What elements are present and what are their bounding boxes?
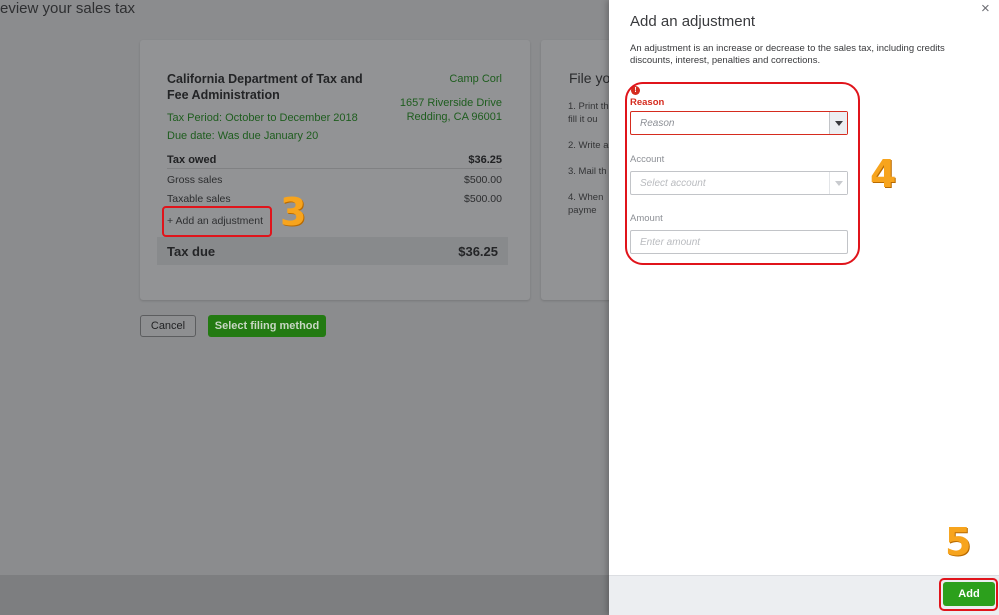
tax-owed-value: $36.25 bbox=[468, 154, 502, 166]
annotation-box-step4 bbox=[625, 82, 860, 265]
tax-owed-label: Tax owed bbox=[167, 154, 217, 166]
annotation-number-4: 4 bbox=[870, 152, 897, 196]
drawer-title: Add an adjustment bbox=[630, 13, 756, 30]
select-filing-method-button[interactable]: Select filing method bbox=[208, 315, 326, 337]
close-icon[interactable]: × bbox=[981, 0, 990, 17]
annotation-number-5: 5 bbox=[945, 520, 972, 564]
taxable-sales-value: $500.00 bbox=[464, 193, 502, 205]
cancel-button[interactable]: Cancel bbox=[140, 315, 196, 337]
address-line1: 1657 Riverside Drive bbox=[399, 97, 502, 109]
file-step: 1. Print th fill it ou bbox=[568, 101, 609, 125]
due-date: Due date: Was due January 20 bbox=[167, 130, 319, 142]
file-steps-list: 1. Print th fill it ou 2. Write a 3. Mail… bbox=[568, 100, 609, 230]
file-step: 2. Write a bbox=[568, 140, 609, 151]
file-step: 3. Mail th bbox=[568, 166, 607, 177]
tax-owed-row: Tax owed $36.25 bbox=[167, 154, 502, 166]
tax-due-label: Tax due bbox=[167, 243, 216, 259]
gross-sales-row: Gross sales $500.00 bbox=[167, 174, 502, 186]
taxable-sales-row: Taxable sales $500.00 bbox=[167, 193, 502, 205]
annotation-number-3: 3 bbox=[280, 190, 307, 234]
drawer-description: An adjustment is an increase or decrease… bbox=[630, 43, 945, 66]
review-sales-tax-page: eview your sales tax California Departme… bbox=[0, 0, 621, 615]
taxable-sales-label: Taxable sales bbox=[167, 193, 231, 205]
page-title: eview your sales tax bbox=[0, 0, 136, 17]
gross-sales-label: Gross sales bbox=[167, 174, 223, 186]
agency-name: California Department of Tax and Fee Adm… bbox=[167, 72, 363, 102]
filing-summary-card: California Department of Tax and Fee Adm… bbox=[140, 40, 530, 300]
tax-due-row: Tax due $36.25 bbox=[157, 237, 508, 265]
divider bbox=[167, 168, 502, 169]
company-name: Camp Corl bbox=[449, 73, 502, 85]
annotation-box-step3 bbox=[162, 206, 272, 237]
tax-due-value: $36.25 bbox=[458, 243, 498, 259]
annotation-box-step5 bbox=[939, 578, 998, 611]
tax-period: Tax Period: October to December 2018 bbox=[167, 112, 358, 124]
address-line2: Redding, CA 96001 bbox=[406, 111, 502, 123]
page-footer bbox=[0, 575, 609, 615]
file-step: 4. When payme bbox=[568, 192, 604, 216]
file-card-title: File yo bbox=[569, 70, 611, 86]
gross-sales-value: $500.00 bbox=[464, 174, 502, 186]
